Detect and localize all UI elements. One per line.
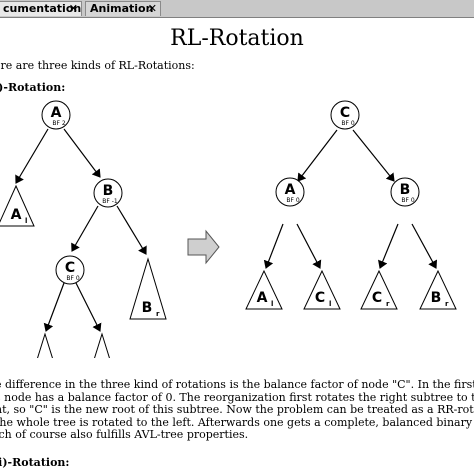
edge [297, 129, 338, 182]
node-label: B [103, 183, 114, 199]
subtree-Cr: C r [94, 332, 110, 358]
balance-factor: BF 0 [341, 120, 354, 127]
subtree-subscript: l [25, 217, 27, 225]
subtree-subscript: l [271, 300, 273, 308]
subtree-subscript: r [445, 300, 449, 308]
node-label: A [51, 105, 62, 121]
node-label: C [65, 260, 75, 276]
paragraph-line: e difference in the three kind of rotati… [0, 378, 474, 391]
explanation-paragraph: e difference in the three kind of rotati… [0, 378, 474, 442]
node-label: C [340, 105, 350, 121]
node-label: A [285, 182, 296, 198]
subtree-subscript: r [386, 300, 390, 308]
subtree-Br: B r [419, 269, 457, 310]
tab-documentation[interactable]: cumentation ✕ [0, 1, 82, 16]
edge [352, 129, 395, 182]
edge [296, 223, 322, 269]
tab-bar: cumentation ✕ Animation ✕ [0, 0, 474, 18]
close-icon[interactable]: ✕ [69, 2, 78, 16]
edge [43, 282, 65, 332]
subtree-label: C [372, 290, 382, 306]
balance-factor: BF -1 [102, 198, 118, 205]
node-label: B [400, 182, 411, 198]
node-C: C BF 0 [330, 100, 360, 130]
edge [263, 223, 284, 269]
subtree-Al: A l [245, 269, 283, 310]
subtree-Br: B r [129, 257, 167, 320]
subtree-label: C [315, 290, 325, 306]
subtree-Cr: C r [360, 269, 398, 310]
edge [63, 128, 101, 178]
node-B: B BF -1 [93, 178, 123, 208]
subtree-label: B [142, 300, 153, 316]
right-arrow-icon [187, 229, 220, 265]
node-C: C BF 0 [55, 255, 85, 285]
edge [15, 128, 49, 184]
subtree-Cl: C l [303, 269, 341, 310]
subtree-subscript: r [156, 310, 160, 318]
edge [378, 223, 399, 269]
node-A: A BF 0 [275, 177, 305, 207]
balance-factor: BF 0 [286, 197, 299, 204]
edge [75, 282, 102, 332]
close-icon[interactable]: ✕ [148, 2, 157, 16]
paragraph-line: ich of course also fulfills AVL-tree pro… [0, 428, 249, 441]
balance-factor: BF 0 [401, 197, 414, 204]
tab-animation[interactable]: Animation ✕ [85, 1, 161, 16]
subtree-label: B [431, 290, 442, 306]
subtree-Cl: C l [37, 332, 53, 358]
node-B: B BF 0 [390, 177, 420, 207]
node-A: A BF 2 [41, 100, 71, 130]
edge [411, 223, 438, 269]
section-heading: ii)-Rotation: [0, 456, 70, 469]
subtree-subscript: l [329, 300, 331, 308]
document-view: RL-Rotation ere are three kinds of RL-Ro… [0, 18, 474, 474]
edge [71, 205, 99, 252]
subtree-label: A [257, 290, 268, 306]
balance-factor: BF 2 [52, 120, 65, 127]
rotation-diagram: A BF 2 B BF -1 C BF 0 A l B r C l [0, 100, 457, 358]
balance-factor: BF 0 [66, 275, 79, 282]
subtree-label: A [11, 207, 22, 223]
edge [116, 205, 147, 255]
subtree-Al: A l [0, 184, 35, 227]
paragraph-line: ht, so "C" is the new root of this subtr… [0, 403, 474, 416]
tab-label: Animation [90, 2, 154, 15]
